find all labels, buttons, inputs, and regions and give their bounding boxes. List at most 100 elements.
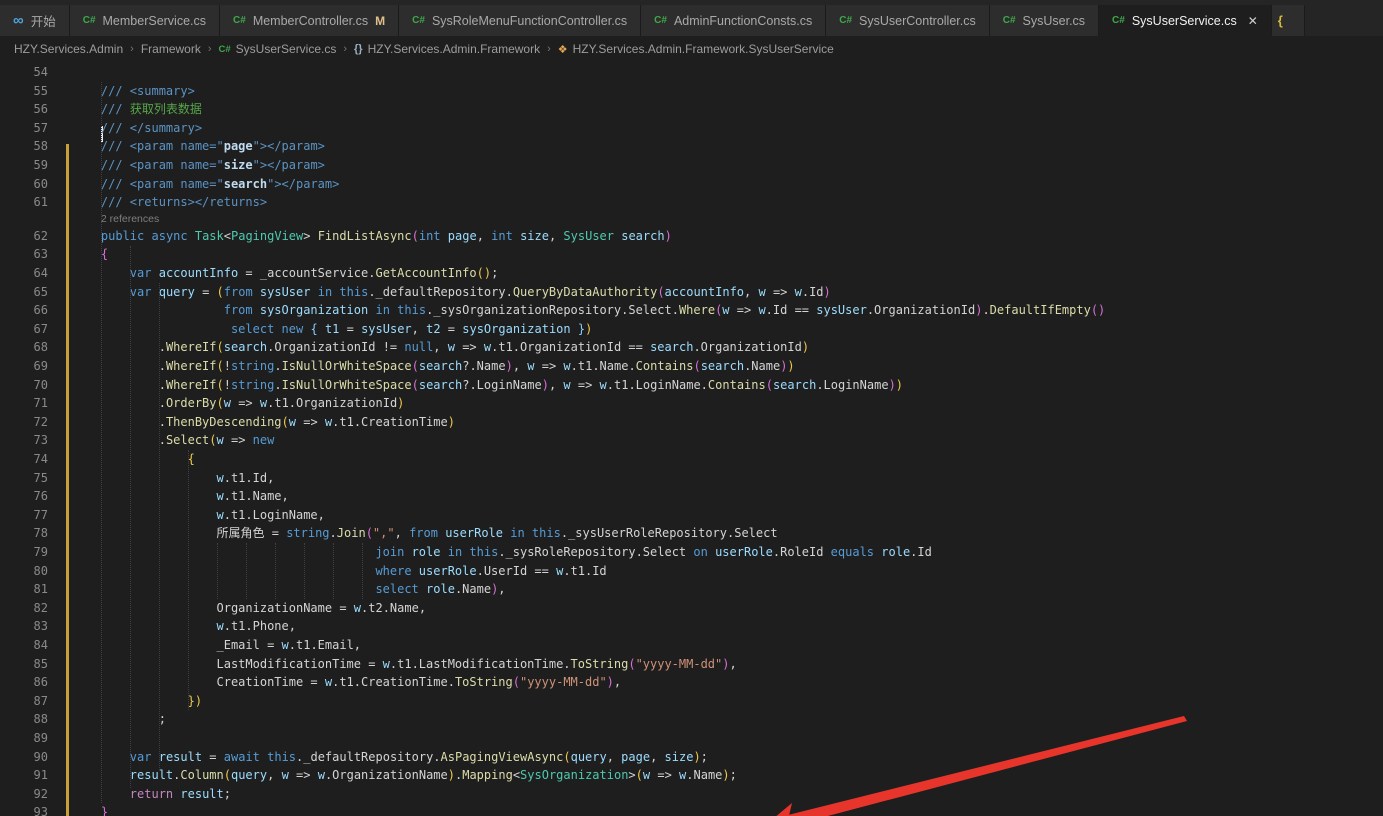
code-text: .WhereIf(search.OrganizationId != null, … — [72, 338, 809, 357]
csharp-file-icon: C# — [1003, 15, 1016, 26]
code-line-84[interactable]: 84 _Email = w.t1.Email, — [0, 636, 1383, 655]
code-text: var accountInfo = _accountService.GetAcc… — [72, 264, 498, 283]
tab-partial[interactable]: { — [1272, 5, 1305, 36]
code-line-76[interactable]: 76 w.t1.Name, — [0, 487, 1383, 506]
code-text: LastModificationTime = w.t1.LastModifica… — [72, 655, 737, 674]
code-text: /// <param name="size"></param> — [72, 156, 325, 175]
code-line-87[interactable]: 87 }) — [0, 692, 1383, 711]
tab-SysUser.cs[interactable]: C#SysUser.cs — [990, 5, 1099, 36]
breadcrumb-item[interactable]: Framework — [141, 42, 201, 56]
code-line-88[interactable]: 88 ; — [0, 710, 1383, 729]
close-icon[interactable]: ✕ — [1248, 14, 1258, 28]
code-line-64[interactable]: 64 var accountInfo = _accountService.Get… — [0, 264, 1383, 283]
code-line-89[interactable]: 89 — [0, 729, 1383, 748]
line-number: 90 — [0, 748, 48, 767]
code-line-56[interactable]: 56 /// 获取列表数据 — [0, 100, 1383, 119]
code-editor[interactable]: 54 55 /// <summary>56 /// 获取列表数据57 /// <… — [0, 62, 1383, 816]
code-line-63[interactable]: 63 { — [0, 245, 1383, 264]
line-number: 65 — [0, 283, 48, 302]
code-line-62[interactable]: 62 public async Task<PagingView> FindLis… — [0, 227, 1383, 246]
indent-guide — [362, 543, 363, 599]
line-number: 77 — [0, 506, 48, 525]
code-text: public async Task<PagingView> FindListAs… — [72, 227, 672, 246]
code-line-70[interactable]: 70 .WhereIf(!string.IsNullOrWhiteSpace(s… — [0, 376, 1383, 395]
tab-SysUserService.cs[interactable]: C#SysUserService.cs✕ — [1099, 5, 1272, 36]
line-number: 92 — [0, 785, 48, 804]
line-number: 89 — [0, 729, 48, 748]
code-line-78[interactable]: 78 所属角色 = string.Join(",", from userRole… — [0, 524, 1383, 543]
code-line-71[interactable]: 71 .OrderBy(w => w.t1.OrganizationId) — [0, 394, 1383, 413]
tab-label: AdminFunctionConsts.cs — [674, 14, 812, 28]
indent-guide — [101, 82, 102, 803]
line-number: 69 — [0, 357, 48, 376]
tab-SysRoleMenuFunctionController.cs[interactable]: C#SysRoleMenuFunctionController.cs — [399, 5, 641, 36]
code-line-55[interactable]: 55 /// <summary> — [0, 82, 1383, 101]
code-line-60[interactable]: 60 /// <param name="search"></param> — [0, 175, 1383, 194]
line-number: 70 — [0, 376, 48, 395]
code-line-85[interactable]: 85 LastModificationTime = w.t1.LastModif… — [0, 655, 1383, 674]
code-line-86[interactable]: 86 CreationTime = w.t1.CreationTime.ToSt… — [0, 673, 1383, 692]
code-line-80[interactable]: 80 where userRole.UserId == w.t1.Id — [0, 562, 1383, 581]
json-brace-icon: { — [1278, 13, 1283, 28]
code-line-61[interactable]: 61 /// <returns></returns> — [0, 193, 1383, 212]
code-line-72[interactable]: 72 .ThenByDescending(w => w.t1.CreationT… — [0, 413, 1383, 432]
line-number: 68 — [0, 338, 48, 357]
tab-MemberService.cs[interactable]: C#MemberService.cs — [70, 5, 220, 36]
code-text: { — [72, 450, 195, 469]
code-line-83[interactable]: 83 w.t1.Phone, — [0, 617, 1383, 636]
class-icon: ❖ — [558, 43, 568, 56]
line-number: 79 — [0, 543, 48, 562]
breadcrumb-item[interactable]: HZY.Services.Admin — [14, 42, 123, 56]
code-line-93[interactable]: 93 } — [0, 803, 1383, 816]
code-line-65[interactable]: 65 var query = (from sysUser in this._de… — [0, 283, 1383, 302]
code-line-57[interactable]: 57 /// </summary> — [0, 119, 1383, 138]
code-line-92[interactable]: 92 return result; — [0, 785, 1383, 804]
csharp-file-icon: C# — [412, 15, 425, 26]
code-text: /// <param name="search"></param> — [72, 175, 339, 194]
code-line-54[interactable]: 54 — [0, 63, 1383, 82]
code-line-69[interactable]: 69 .WhereIf(!string.IsNullOrWhiteSpace(s… — [0, 357, 1383, 376]
tab-SysUserController.cs[interactable]: C#SysUserController.cs — [826, 5, 990, 36]
tab-label: MemberService.cs — [103, 14, 207, 28]
code-line-90[interactable]: 90 var result = await this._defaultRepos… — [0, 748, 1383, 767]
line-number: 84 — [0, 636, 48, 655]
code-text: select role.Name), — [72, 580, 506, 599]
code-line-68[interactable]: 68 .WhereIf(search.OrganizationId != nul… — [0, 338, 1383, 357]
breadcrumb-item[interactable]: ❖HZY.Services.Admin.Framework.SysUserSer… — [558, 42, 834, 56]
breadcrumb-item[interactable]: C#SysUserService.cs — [219, 42, 337, 56]
code-line-82[interactable]: 82 OrganizationName = w.t2.Name, — [0, 599, 1383, 618]
tab-AdminFunctionConsts.cs[interactable]: C#AdminFunctionConsts.cs — [641, 5, 826, 36]
code-text: }) — [72, 692, 202, 711]
code-line-66[interactable]: 66 from sysOrganization in this._sysOrga… — [0, 301, 1383, 320]
line-number: 78 — [0, 524, 48, 543]
code-line-73[interactable]: 73 .Select(w => new — [0, 431, 1383, 450]
indent-guide — [275, 543, 276, 599]
code-line-79[interactable]: 79 join role in this._sysRoleRepository.… — [0, 543, 1383, 562]
code-line-75[interactable]: 75 w.t1.Id, — [0, 469, 1383, 488]
line-number: 85 — [0, 655, 48, 674]
codelens-references[interactable]: 2 references — [101, 212, 159, 227]
tab-开始[interactable]: ∞开始 — [0, 5, 70, 36]
code-text: /// <param name="page"></param> — [72, 137, 325, 156]
code-line-67[interactable]: 67 select new { t1 = sysUser, t2 = sysOr… — [0, 320, 1383, 339]
line-number: 93 — [0, 803, 48, 816]
code-text — [72, 63, 101, 82]
line-number: 62 — [0, 227, 48, 246]
vs-editor-window: ∞开始C#MemberService.csC#MemberController.… — [0, 0, 1383, 816]
code-line-77[interactable]: 77 w.t1.LoginName, — [0, 506, 1383, 525]
code-line-74[interactable]: 74 { — [0, 450, 1383, 469]
code-line-81[interactable]: 81 select role.Name), — [0, 580, 1383, 599]
code-text: OrganizationName = w.t2.Name, — [72, 599, 426, 618]
code-line-59[interactable]: 59 /// <param name="size"></param> — [0, 156, 1383, 175]
tab-MemberController.cs[interactable]: C#MemberController.csM — [220, 5, 399, 36]
code-line-91[interactable]: 91 result.Column(query, w => w.Organizat… — [0, 766, 1383, 785]
code-text: var result = await this._defaultReposito… — [72, 748, 708, 767]
tab-label: MemberController.cs — [253, 14, 368, 28]
csharp-file-icon: C# — [233, 15, 246, 26]
code-text: select new { t1 = sysUser, t2 = sysOrgan… — [72, 320, 592, 339]
code-line-58[interactable]: 58 /// <param name="page"></param> — [0, 137, 1383, 156]
code-text: 所属角色 = string.Join(",", from userRole in… — [72, 524, 778, 543]
line-number: 82 — [0, 599, 48, 618]
breadcrumb-item[interactable]: {}HZY.Services.Admin.Framework — [354, 42, 540, 56]
indent-guide — [304, 543, 305, 599]
